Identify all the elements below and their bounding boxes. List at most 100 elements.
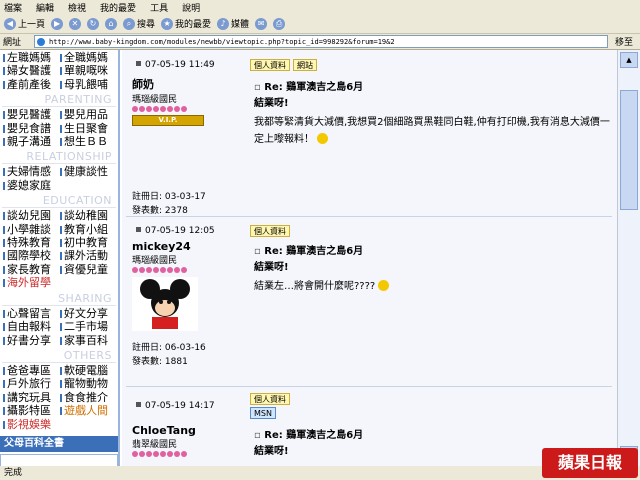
sidebar-item[interactable]: 海外留學 <box>2 276 59 289</box>
menu-tools[interactable]: 工具 <box>150 1 168 14</box>
print-button[interactable]: ⎙ <box>273 17 286 30</box>
sidebar-section-relationship: RELATIONSHIP 夫婦情感 健康談性 婆媳家庭 <box>0 149 118 193</box>
menu-edit[interactable]: 編輯 <box>36 1 54 14</box>
sidebar-item[interactable]: 遊戲人間 <box>59 404 116 417</box>
scroll-up-icon[interactable]: ▲ <box>620 52 638 68</box>
sidebar-item[interactable]: 小學雜談 <box>2 223 59 236</box>
sidebar-item[interactable]: 食食推介 <box>59 391 116 404</box>
post-body: Re: 鷄軍澳吉之島6月 結業呀! 我都等緊清貨大減價,我想買2個細路買黑鞋同白… <box>254 78 610 148</box>
sidebar-item[interactable]: 想生ＢＢ <box>59 135 116 148</box>
sidebar-item[interactable]: 心聲留言 <box>2 307 59 320</box>
sidebar-section-others: OTHERS 爸爸專區 軟硬電腦 戶外旅行 寵物動物 講究玩具 食食推介 攝影特區 遊戲人間影… <box>0 348 118 432</box>
media-label: 媒體 <box>231 20 250 30</box>
sidebar-item[interactable]: 嬰兒食譜 <box>2 122 59 135</box>
media-button[interactable]: ♪ 媒體 <box>217 17 249 30</box>
sidebar-item[interactable]: 談幼兒園 <box>2 209 59 222</box>
username[interactable]: ChloeTang <box>126 424 250 437</box>
sidebar-item[interactable]: 母乳餵哺 <box>59 78 116 91</box>
register-value: 06-03-16 <box>164 343 206 353</box>
username[interactable]: 師奶 <box>126 76 250 92</box>
sidebar-item[interactable]: 初中教育 <box>59 236 116 249</box>
profile-button[interactable]: 個人資料 <box>250 393 290 405</box>
sidebar-search-box[interactable] <box>0 453 118 466</box>
sidebar-item[interactable]: 夫婦情感 <box>2 165 59 178</box>
post-text-content: 結業左…將會開什麼呢???? <box>254 281 376 292</box>
menu-help[interactable]: 說明 <box>182 1 200 14</box>
post-date: 07-05-19 11:49 <box>126 56 250 74</box>
post-header: 07-05-19 14:17 個人資料 MSN <box>126 392 612 420</box>
forum-sidebar: 左職媽媽 全職媽媽 婦女醫護 單親嘅咪 產前產後 母乳餵哺 PARENTING 嬰兒醫護嬰… <box>0 50 120 466</box>
profile-button[interactable]: 個人資料 <box>250 59 290 71</box>
sidebar-item[interactable]: 國際學校 <box>2 249 59 262</box>
star-icon: ★ <box>161 17 174 30</box>
sidebar-item[interactable]: 親子溝通 <box>2 135 59 148</box>
sidebar-item[interactable]: 資優兒童 <box>59 263 116 276</box>
vertical-scrollbar[interactable]: ▲ ▼ <box>617 50 640 466</box>
sidebar-item[interactable]: 講究玩具 <box>2 391 59 404</box>
sidebar-item[interactable]: 影視娛樂 <box>2 418 59 431</box>
sidebar-item[interactable]: 全職媽媽 <box>59 51 116 64</box>
sidebar-item[interactable]: 自由報料 <box>2 320 59 333</box>
sidebar-item[interactable]: 特殊教育 <box>2 236 59 249</box>
sidebar-item[interactable]: 爸爸專區 <box>2 364 59 377</box>
avatar <box>126 273 250 341</box>
sidebar-item[interactable]: 談幼稚園 <box>59 209 116 222</box>
sidebar-item[interactable]: 嬰兒用品 <box>59 108 116 121</box>
post-body: Re: 鷄軍澳吉之島6月 結業呀! 結業左…將會開什麼呢???? <box>254 242 610 295</box>
sidebar-item[interactable]: 好文分享 <box>59 307 116 320</box>
avatar <box>126 126 250 240</box>
sidebar-item[interactable]: 單親嘅咪 <box>59 64 116 77</box>
sidebar-item[interactable]: 生日聚會 <box>59 122 116 135</box>
sidebar-item[interactable]: 教育小組 <box>59 223 116 236</box>
website-button[interactable]: 網站 <box>293 59 317 71</box>
post-tags: 個人資料 網站 <box>250 56 612 74</box>
sidebar-item[interactable]: 攝影特區 <box>2 404 59 417</box>
menu-favorites[interactable]: 我的最愛 <box>100 1 136 14</box>
stop-icon: ✕ <box>69 17 82 30</box>
address-input[interactable]: http://www.baby-kingdom.com/modules/newb… <box>34 35 608 48</box>
sidebar-item[interactable]: 嬰兒醫護 <box>2 108 59 121</box>
sidebar-item[interactable]: 家事百科 <box>59 334 116 347</box>
menu-file[interactable]: 檔案 <box>4 1 22 14</box>
refresh-button[interactable]: ↻ <box>87 17 100 30</box>
home-button[interactable]: ⌂ <box>105 17 118 30</box>
search-button[interactable]: ⌕ 搜尋 <box>123 17 155 30</box>
msn-button[interactable]: MSN <box>250 407 276 419</box>
sidebar-item[interactable]: 產前產後 <box>2 78 59 91</box>
post-subject: Re: 鷄軍澳吉之島6月 <box>254 78 610 93</box>
sidebar-item[interactable]: 寵物動物 <box>59 377 116 390</box>
favorites-label: 我的最愛 <box>175 20 212 30</box>
section-heading: OTHERS <box>2 349 116 363</box>
sidebar-item[interactable]: 軟硬電腦 <box>59 364 116 377</box>
register-label: 註冊日: <box>132 192 163 202</box>
sidebar-item[interactable]: 婦女醫護 <box>2 64 59 77</box>
refresh-icon: ↻ <box>87 17 100 30</box>
favorites-button[interactable]: ★ 我的最愛 <box>161 17 211 30</box>
sidebar-item[interactable]: 課外活動 <box>59 249 116 262</box>
sidebar-item[interactable]: 家長教育 <box>2 263 59 276</box>
sidebar-item[interactable]: 好書分享 <box>2 334 59 347</box>
scroll-thumb[interactable] <box>620 90 638 210</box>
back-button[interactable]: ◀ 上一頁 <box>4 17 45 30</box>
vip-badge: V.I.P. <box>132 115 204 126</box>
register-date: 註冊日: 03-03-17 <box>126 190 250 204</box>
sidebar-item[interactable]: 戶外旅行 <box>2 377 59 390</box>
post-tags: 個人資料 MSN <box>250 392 612 420</box>
menu-view[interactable]: 檢視 <box>68 1 86 14</box>
sidebar-banner[interactable]: 父母百科全書 <box>0 435 118 452</box>
go-button[interactable]: 移至 <box>608 35 640 48</box>
rank-stars <box>126 451 250 457</box>
sidebar-item[interactable]: 左職媽媽 <box>2 51 59 64</box>
sidebar-item[interactable]: 健康談性 <box>59 165 116 178</box>
stop-button[interactable]: ✕ <box>69 17 82 30</box>
sidebar-item[interactable]: 二手市場 <box>59 320 116 333</box>
post-author: ChloeTang 翡翠級國民 <box>126 424 250 457</box>
post-divider <box>126 216 612 217</box>
username[interactable]: mickey24 <box>126 240 250 253</box>
user-rank: 瑪瑙級國民 <box>132 256 178 266</box>
mail-button[interactable]: ✉ <box>255 17 268 30</box>
profile-button[interactable]: 個人資料 <box>250 225 290 237</box>
forward-button[interactable]: ▶ <box>51 17 64 30</box>
post-date: 07-05-19 12:05 <box>126 222 250 240</box>
sidebar-item[interactable]: 婆媳家庭 <box>2 179 59 192</box>
